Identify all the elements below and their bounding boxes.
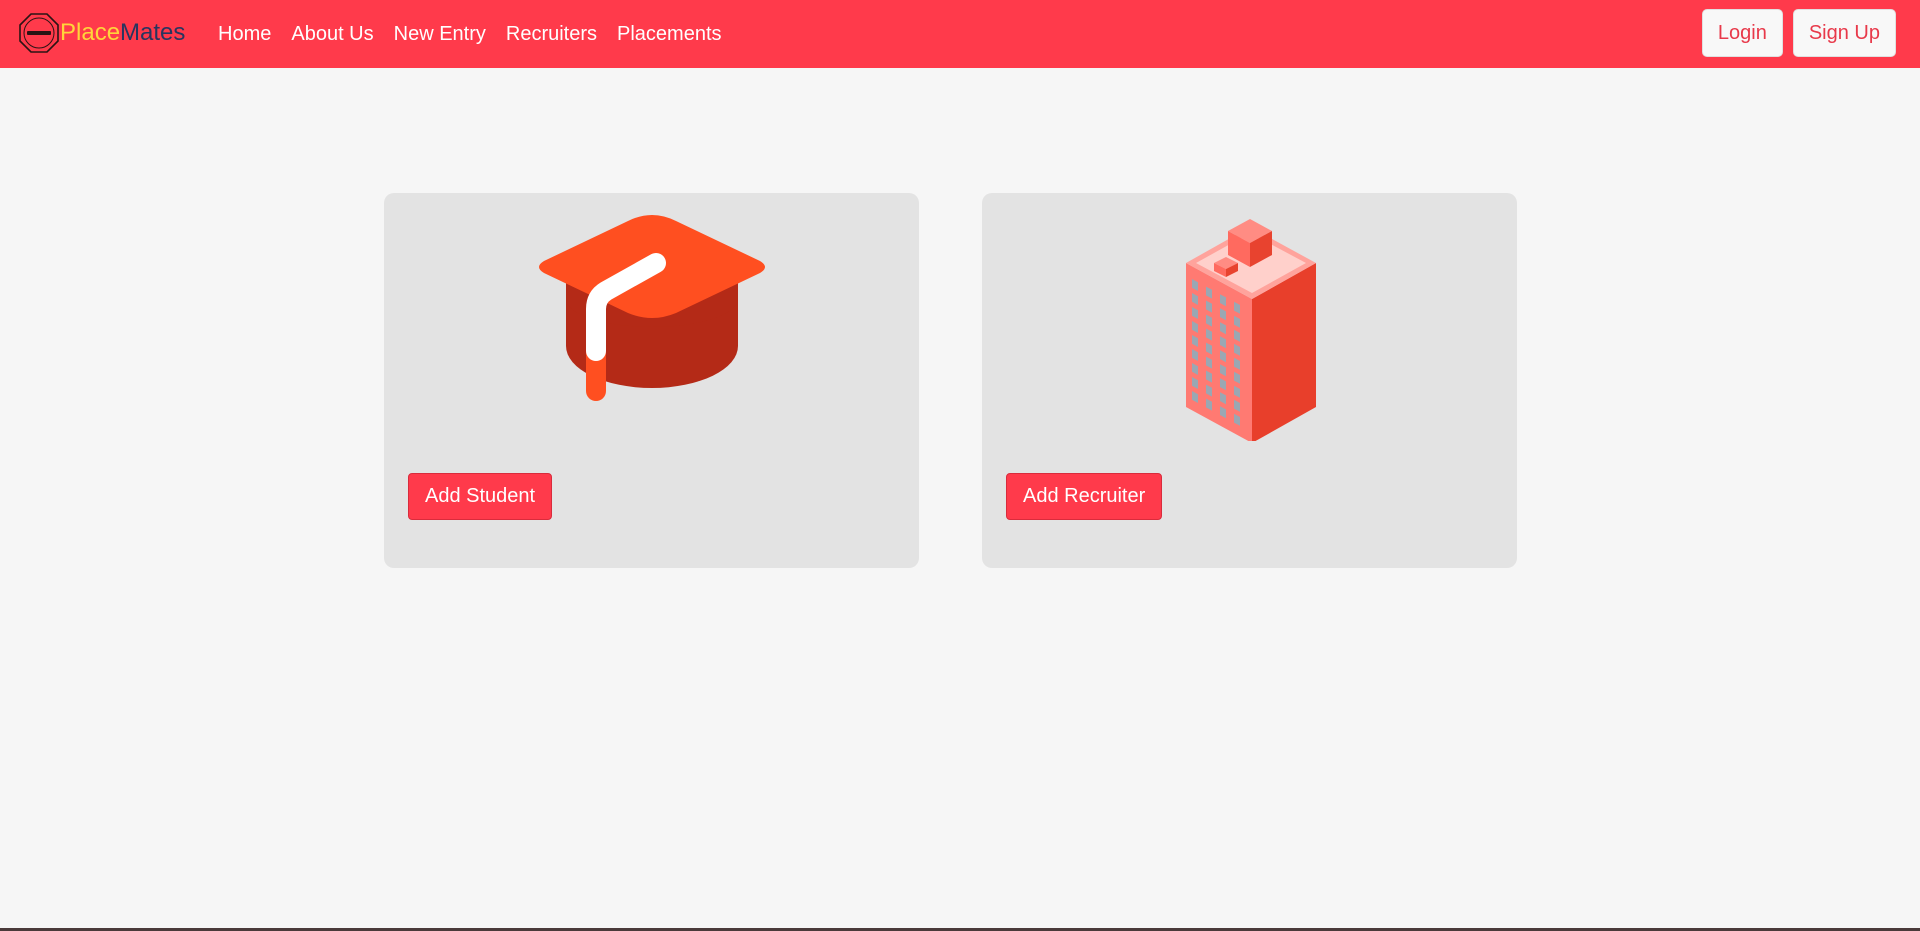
brand-name-place: Place <box>60 19 121 46</box>
add-recruiter-button[interactable]: Add Recruiter <box>1006 473 1163 520</box>
top-navbar: PlaceMates Home About Us New Entry Recru… <box>0 0 1920 68</box>
brand-logo-icon <box>19 13 59 53</box>
login-button[interactable]: Login <box>1701 9 1783 57</box>
nav-links: Home About Us New Entry Recruiters Place… <box>208 0 732 68</box>
add-student-button[interactable]: Add Student <box>408 473 553 520</box>
recruiter-illustration <box>982 211 1517 441</box>
add-recruiter-card: Add Recruiter <box>982 193 1517 568</box>
graduation-cap-icon <box>538 215 765 401</box>
office-building-icon <box>1185 219 1316 441</box>
brand-name-mates: Mates <box>120 19 186 46</box>
nav-link-new-entry[interactable]: New Entry <box>384 23 496 46</box>
nav-link-home[interactable]: Home <box>208 23 281 46</box>
brand-name: PlaceMates <box>60 12 185 54</box>
nav-link-about-us[interactable]: About Us <box>281 23 383 46</box>
auth-buttons: Login Sign Up <box>1701 9 1896 57</box>
nav-link-recruiters[interactable]: Recruiters <box>496 23 607 46</box>
nav-link-placements[interactable]: Placements <box>607 23 732 46</box>
brand-logo-link[interactable]: PlaceMates <box>18 12 185 54</box>
student-illustration <box>384 211 919 411</box>
add-student-card: Add Student <box>384 193 919 568</box>
signup-button[interactable]: Sign Up <box>1792 9 1896 57</box>
